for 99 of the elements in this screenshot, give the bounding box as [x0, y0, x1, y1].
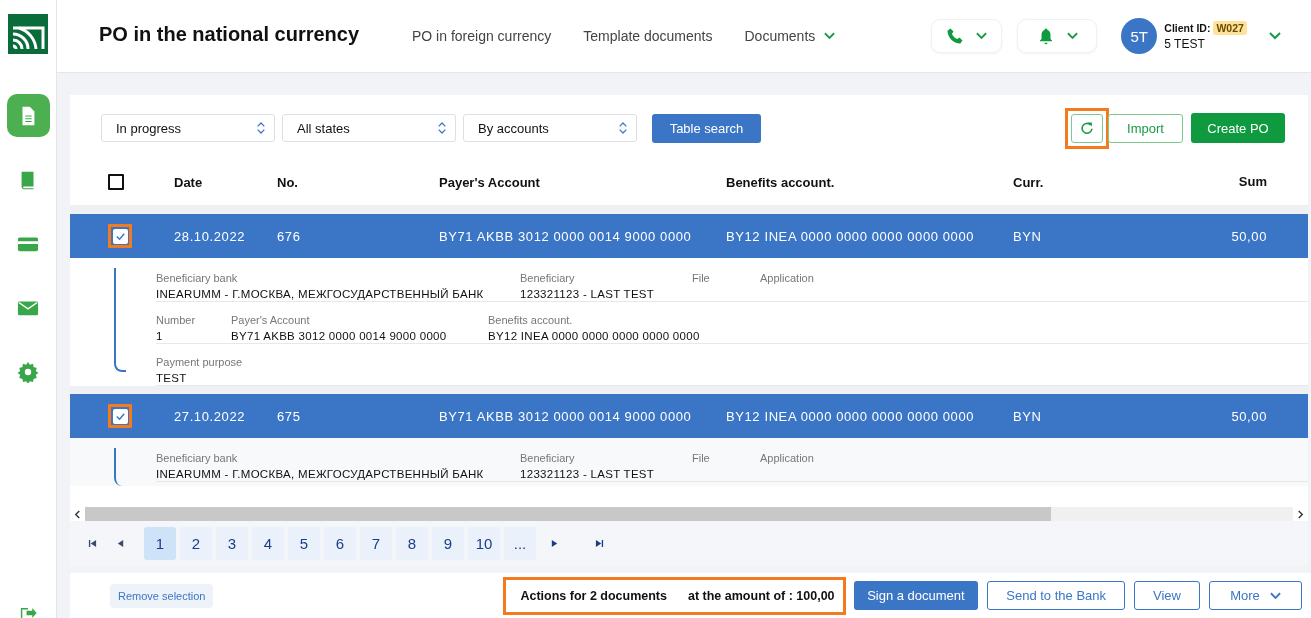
detail-value: 123321123 - LAST TEST [520, 288, 656, 300]
page-button[interactable]: 5 [288, 527, 320, 560]
detail-label: Beneficiary [520, 452, 576, 464]
table-cell-text: BY71 AKBB 3012 0000 0014 9000 0000 [439, 408, 693, 424]
sort-arrows-icon [618, 120, 628, 136]
last-page-icon[interactable] [595, 539, 604, 548]
scroll-right-icon[interactable] [1297, 509, 1304, 519]
settings-icon [17, 360, 39, 383]
chevron-down-icon [1269, 591, 1281, 600]
client-id-badge: W027 [1213, 21, 1247, 35]
table-cell-text: 28.10.2022 [174, 228, 247, 244]
notifications-button[interactable] [1017, 19, 1098, 53]
table-cell-text: 676 [277, 228, 302, 244]
detail-value: 1 [156, 330, 164, 342]
nav-link[interactable]: Documents [744, 28, 836, 44]
detail-value: 123321123 - LAST TEST [520, 468, 656, 480]
user-name: 5 TEST [1164, 37, 1206, 51]
detail-label: Application [760, 272, 815, 284]
detail-label: Payer's Account [231, 314, 311, 326]
page-button[interactable]: 3 [216, 527, 248, 560]
detail-label: Beneficiary [520, 272, 576, 284]
table-cell-text: BY12 INEA 0000 0000 0000 0000 0000 [726, 408, 976, 424]
detail-label: Payment purpose [156, 356, 244, 368]
page-button[interactable]: 6 [324, 527, 356, 560]
nav-link[interactable]: PO in foreign currency [412, 28, 552, 44]
import-button[interactable]: Import [1108, 113, 1183, 143]
scroll-left-icon[interactable] [74, 509, 81, 519]
detail-value: BY71 AKBB 3012 0000 0014 9000 0000 [231, 330, 448, 342]
page-button[interactable]: 4 [252, 527, 284, 560]
detail-label: Benefits account. [488, 314, 574, 326]
client-id-label: Client ID: [1164, 22, 1211, 34]
select-all-checkbox[interactable] [108, 174, 124, 190]
sidebar-document-item[interactable] [6, 94, 50, 137]
detail-value: TEST [156, 372, 188, 384]
table-row[interactable]: 28.10.2022 676 BY71 AKBB 3012 0000 0014 9000 0000 BY12 INEA 0000 0000 0000 0000 0000 BYN 50,00 [70, 214, 1308, 258]
remove-selection-button[interactable]: Remove selection [110, 583, 214, 608]
total-amount: at the amount of : 100,00 [688, 588, 835, 603]
page-button[interactable]: 10 [468, 527, 500, 560]
chevron-down-icon [976, 32, 988, 40]
document-count: Actions for 2 documents [520, 588, 667, 603]
nav-link[interactable]: Template documents [583, 28, 713, 44]
detail-label: Beneficiary bank [156, 452, 239, 464]
row-checkbox[interactable] [108, 404, 132, 428]
table-search-button[interactable]: Table search [652, 113, 761, 143]
page-button[interactable]: 2 [180, 527, 212, 560]
action-button[interactable]: Sign a document [853, 581, 979, 610]
create-po-button[interactable]: Create PO [1191, 113, 1285, 143]
page-button[interactable]: 1 [144, 527, 176, 560]
next-page-icon[interactable] [550, 539, 559, 548]
phone-button[interactable] [931, 19, 1003, 53]
bank-logo [8, 14, 48, 54]
table-row[interactable]: 27.10.2022 675 BY71 AKBB 3012 0000 0014 9000 0000 BY12 INEA 0000 0000 0000 0000 0000 BYN 50,00 [70, 394, 1308, 438]
column-header: Curr. [1013, 174, 1045, 190]
chevron-down-icon[interactable] [1268, 32, 1281, 40]
sort-arrows-icon [437, 120, 447, 136]
page-title: PO in the national currency [99, 22, 361, 46]
chevron-down-icon[interactable] [824, 32, 836, 40]
action-button[interactable]: View [1134, 581, 1200, 610]
column-header: Date [174, 174, 204, 190]
page-button[interactable]: ... [504, 527, 536, 560]
detail-label: Number [156, 314, 197, 326]
filter-select[interactable]: By accounts [463, 114, 637, 142]
table-cell-text: BYN [1013, 408, 1043, 424]
user-avatar[interactable]: 5T [1121, 18, 1158, 54]
detail-label: File [692, 272, 711, 284]
first-page-icon[interactable] [88, 539, 97, 548]
table-cell-text: 50,00 [1230, 228, 1267, 244]
detail-value: INEARUMM - Г.МОСКВА, МЕЖГОСУДАРСТВЕННЫЙ БАНК [156, 288, 485, 300]
column-header: Payer's Account [439, 174, 541, 190]
detail-label: Application [760, 452, 815, 464]
table-cell-text: BYN [1013, 228, 1043, 244]
previous-page-icon[interactable] [116, 539, 125, 548]
checkmark-icon [114, 410, 126, 422]
page-button[interactable]: 8 [396, 527, 428, 560]
page-button[interactable]: 7 [360, 527, 392, 560]
checkmark-icon [114, 230, 126, 242]
filter-select[interactable]: All states [282, 114, 456, 142]
refresh-button[interactable] [1071, 113, 1103, 143]
refresh-icon [1080, 121, 1094, 135]
chevron-down-icon [1066, 32, 1078, 40]
detail-value: BY12 INEA 0000 0000 0000 0000 0000 [488, 330, 701, 342]
table-cell-text: BY71 AKBB 3012 0000 0014 9000 0000 [439, 228, 693, 244]
filter-select[interactable]: In progress [101, 114, 275, 142]
row-checkbox[interactable] [108, 224, 132, 248]
page-button[interactable]: 9 [432, 527, 464, 560]
sort-arrows-icon [256, 120, 266, 136]
more-dropdown-button[interactable]: More [1209, 581, 1302, 610]
column-header: No. [277, 174, 299, 190]
action-button[interactable]: Send to the Bank [987, 581, 1126, 610]
table-cell-text: 675 [277, 408, 302, 424]
column-header: Sum [1237, 173, 1267, 189]
table-cell-text: BY12 INEA 0000 0000 0000 0000 0000 [726, 228, 976, 244]
table-cell-text: 50,00 [1230, 408, 1267, 424]
detail-label: Beneficiary bank [156, 272, 239, 284]
detail-value: INEARUMM - Г.МОСКВА, МЕЖГОСУДАРСТВЕННЫЙ БАНК [156, 468, 485, 480]
column-header: Benefits account. [726, 174, 836, 190]
phone-icon [946, 27, 965, 45]
detail-label: File [692, 452, 711, 464]
table-cell-text: 27.10.2022 [174, 408, 247, 424]
